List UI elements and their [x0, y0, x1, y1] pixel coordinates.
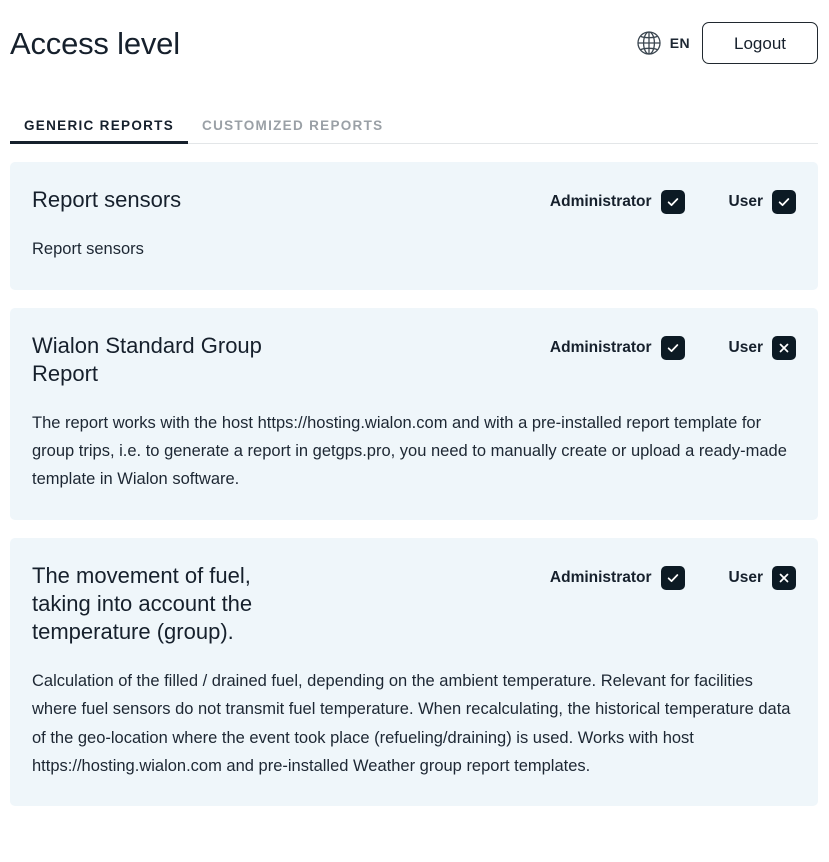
close-icon[interactable] — [772, 335, 796, 360]
report-card-title: Report sensors — [32, 187, 182, 212]
report-card-header: Wialon Standard Group Report Administrato… — [32, 332, 796, 389]
permission-group: Administrator User — [550, 186, 796, 214]
permission-user: User — [728, 565, 796, 590]
page-header: Access level EN Logout — [0, 0, 829, 86]
globe-icon — [635, 29, 663, 57]
language-label: EN — [669, 35, 690, 51]
permission-administrator: Administrator — [549, 565, 685, 590]
report-card-title: Wialon Standard Group Report — [32, 332, 262, 387]
logout-button[interactable]: Logout — [702, 22, 818, 64]
report-card-description: Report sensors — [32, 240, 144, 259]
permission-user-label: User — [728, 193, 763, 211]
access-level-page: Access level EN Logout GENERIC REPORTS C… — [0, 0, 829, 862]
report-card: The movement of fuel, taking into accoun… — [10, 537, 818, 807]
permission-user-label: User — [728, 568, 763, 586]
report-card-description: The report works with the host https://h… — [32, 413, 787, 489]
tab-generic-reports[interactable]: GENERIC REPORTS — [10, 118, 189, 144]
report-cards-list: Report sensors Administrator User Report se… — [0, 144, 829, 807]
check-icon[interactable] — [660, 565, 685, 590]
report-card-header: The movement of fuel, taking into accoun… — [32, 562, 796, 647]
language-switcher[interactable]: EN — [635, 29, 690, 57]
report-card: Wialon Standard Group Report Administrato… — [10, 307, 818, 520]
permission-user: User — [728, 335, 796, 360]
page-title: Access level — [10, 25, 180, 61]
permission-user-label: User — [728, 339, 763, 356]
permission-group: Administrator User — [550, 562, 796, 590]
permission-administrator-label: Administrator — [549, 339, 652, 356]
check-icon[interactable] — [660, 335, 685, 360]
permission-group: Administrator User — [550, 332, 796, 360]
check-icon[interactable] — [660, 190, 685, 214]
permission-administrator: Administrator — [550, 190, 685, 214]
permission-administrator-label: Administrator — [549, 568, 652, 586]
report-card: Report sensors Administrator User Report se… — [10, 162, 818, 290]
close-icon[interactable] — [772, 565, 796, 590]
tab-customized-reports[interactable]: CUSTOMIZED REPORTS — [188, 118, 397, 144]
header-actions: EN Logout — [635, 22, 819, 64]
report-card-header: Report sensors Administrator User — [32, 186, 796, 214]
report-card-description: Calculation of the filled / drained fuel… — [32, 671, 791, 775]
permission-user: User — [729, 190, 796, 214]
check-icon[interactable] — [772, 190, 796, 214]
tabs-list: GENERIC REPORTS CUSTOMIZED REPORTS — [0, 100, 829, 144]
permission-administrator: Administrator — [549, 335, 685, 360]
tabs-bar: GENERIC REPORTS CUSTOMIZED REPORTS — [0, 100, 829, 144]
report-card-title: The movement of fuel, taking into accoun… — [32, 562, 253, 645]
permission-administrator-label: Administrator — [549, 193, 652, 211]
